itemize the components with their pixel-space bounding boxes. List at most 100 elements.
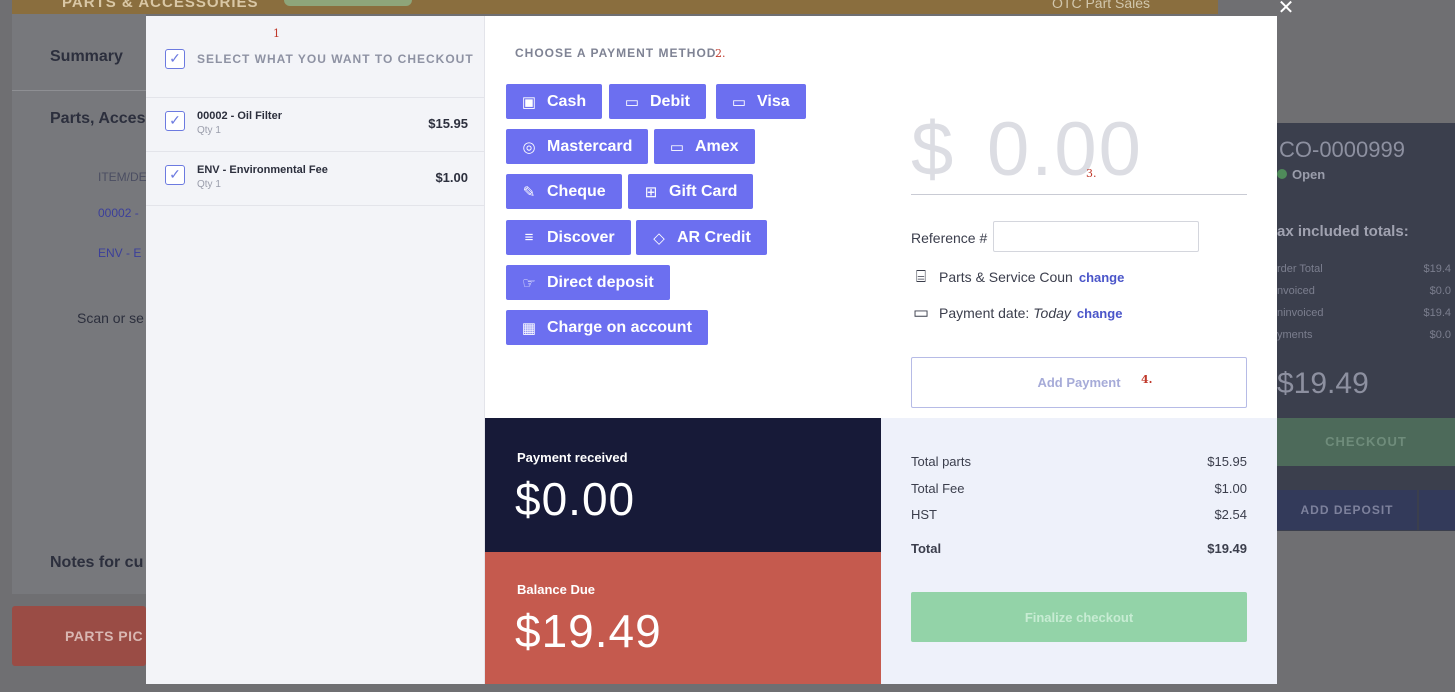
background-tax-row: nvoiced $0.0 [1277,285,1455,297]
tax-row-value: $19.4 [1423,263,1451,275]
background-column-header: ITEM/DE [98,170,147,184]
payment-date-row: ▭ Payment date: Today change [911,303,1122,323]
cheque-icon: ✎ [522,183,536,201]
item-price: $15.95 [428,116,468,131]
charge-on-account-label: Charge on account [547,318,692,336]
amex-label: Amex [695,137,739,155]
charge-account-icon: ▦ [521,319,537,337]
tax-row-value: $19.4 [1423,307,1451,319]
direct-deposit-label: Direct deposit [547,273,654,291]
payment-amount-field[interactable]: $ 0.00 3. [911,98,1247,195]
cash-register-icon: ⌸ [915,267,927,286]
cash-button[interactable]: ▣ Cash [506,84,603,119]
ar-credit-label: AR Credit [677,228,751,246]
close-icon[interactable]: ✕ [1277,0,1295,18]
add-payment-button[interactable]: Add Payment 4. [911,357,1247,408]
debit-card-icon: ▭ [624,93,640,111]
finalize-checkout-button[interactable]: Finalize checkout [911,592,1247,642]
direct-deposit-icon: ☞ [522,274,536,292]
background-order-status: Open [1292,167,1326,182]
select-all-header: 1 ✓ SELECT WHAT YOU WANT TO CHECKOUT [146,16,485,98]
background-tax-row: rder Total $19.4 [1277,263,1455,275]
payment-received-panel: Payment received $0.00 [485,418,881,552]
payment-date-label: Payment date: [939,305,1030,321]
annotation-2: 2. [715,47,726,60]
background-tax-row: ninvoiced $19.4 [1277,307,1455,319]
amount-value: 0.00 [987,107,1143,192]
item-qty: Qty 1 [197,179,221,190]
select-all-label: SELECT WHAT YOU WANT TO CHECKOUT [197,52,474,66]
background-tax-row: yments $0.0 [1277,329,1455,341]
debit-label: Debit [650,92,690,110]
grand-total-value: $19.49 [1207,541,1247,556]
background-summary-label: Summary [50,48,123,65]
gift-card-icon: ⊞ [644,183,658,201]
totals-row: HST $2.54 [911,507,1247,522]
totals-label: Total parts [911,454,971,469]
payment-received-value: $0.00 [515,473,636,525]
background-parts-pick-label: PARTS PIC [65,628,144,644]
status-dot-icon [1277,169,1287,179]
visa-button[interactable]: ▭ Visa [716,84,806,119]
payment-date-change-link[interactable]: change [1077,306,1123,321]
tax-row-label: ninvoiced [1277,307,1324,319]
checkout-modal: 1 ✓ SELECT WHAT YOU WANT TO CHECKOUT ✓ 0… [146,16,1277,684]
tax-row-label: yments [1277,329,1313,341]
gift-card-label: Gift Card [669,182,738,200]
grand-total-label: Total [911,541,942,556]
item-checkbox[interactable]: ✓ [165,165,185,185]
amex-button[interactable]: ▭ Amex [654,129,755,164]
item-checkbox[interactable]: ✓ [165,111,185,131]
calendar-icon: ▭ [912,303,930,322]
totals-row: Total parts $15.95 [911,454,1247,469]
item-price: $1.00 [435,170,468,185]
finalize-checkout-label: Finalize checkout [1024,609,1134,625]
item-qty: Qty 1 [197,125,221,136]
totals-row: Total Fee $1.00 [911,481,1247,496]
charge-on-account-button[interactable]: ▦ Charge on account [506,310,708,345]
balance-due-panel: Balance Due $19.49 [485,552,881,684]
mastercard-icon: ◎ [522,138,536,156]
annotation-4: 4. [1141,373,1153,386]
discover-icon: ≡ [524,229,534,246]
discover-button[interactable]: ≡ Discover [506,220,631,255]
register-change-link[interactable]: change [1079,270,1125,285]
background-status-pill [284,0,412,6]
background-big-total: $19.49 [1277,367,1369,400]
debit-button[interactable]: ▭ Debit [609,84,706,119]
gift-card-button[interactable]: ⊞ Gift Card [628,174,754,209]
payment-method-heading: CHOOSE A PAYMENT METHOD [515,46,717,60]
totals-label: Total Fee [911,481,965,496]
balance-due-label: Balance Due [517,582,596,597]
mastercard-button[interactable]: ◎ Mastercard [506,129,649,164]
background-divider [12,90,146,91]
discover-label: Discover [547,228,615,246]
annotation-3: 3. [1086,167,1097,180]
add-payment-label: Add Payment [1037,375,1121,390]
ar-credit-button[interactable]: ◇ AR Credit [636,220,767,255]
amex-icon: ▭ [669,138,685,156]
background-topbar: PARTS & ACCESSORIES OTC Part Sales [12,0,1218,14]
visa-label: Visa [757,92,790,110]
payment-date-value: Today [1033,305,1071,321]
tax-row-label: nvoiced [1277,285,1315,297]
background-row-link: 00002 - [98,206,139,220]
totals-label: HST [911,507,937,522]
cheque-label: Cheque [547,182,606,200]
checkout-item: ✓ 00002 - Oil Filter Qty 1 $15.95 [146,98,485,152]
reference-input[interactable] [993,221,1199,252]
direct-deposit-button[interactable]: ☞ Direct deposit [506,265,670,300]
checkout-item: ✓ ENV - Environmental Fee Qty 1 $1.00 [146,152,485,206]
cheque-button[interactable]: ✎ Cheque [506,174,622,209]
tax-row-value: $0.0 [1429,329,1451,341]
totals-value: $1.00 [1214,481,1247,496]
background-row-link: ENV - E [98,246,142,260]
background-sales-label: OTC Part Sales [1052,0,1151,11]
background-parts-pick-button: PARTS PIC [12,606,146,666]
tax-row-label: rder Total [1277,263,1323,275]
background-order-panel: CO-0000999 Open ax included totals: rder… [1277,123,1455,531]
select-all-checkbox[interactable]: ✓ [165,49,185,69]
register-label: Parts & Service Coun [939,269,1073,285]
cash-icon: ▣ [521,93,537,111]
background-notes-label: Notes for cu [50,554,144,571]
